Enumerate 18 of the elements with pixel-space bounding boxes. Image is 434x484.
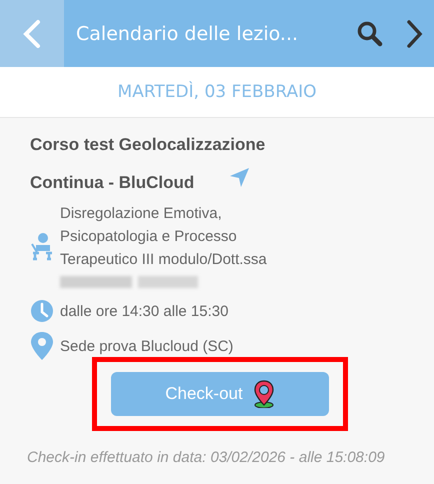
- location-pin-icon: [30, 331, 54, 361]
- date-heading: MARTEDÌ, 03 FEBBRAIO: [118, 82, 316, 102]
- lesson-description: Terapeutico III modulo/Dott.ssa: [60, 250, 267, 270]
- map-pin-icon: [252, 380, 275, 408]
- course-title: Continua - BluCloud: [30, 173, 194, 193]
- search-icon[interactable]: [356, 20, 384, 48]
- lesson-description: Disregolazione Emotiva,: [60, 204, 223, 224]
- course-title: Corso test Geolocalizzazione: [30, 135, 266, 155]
- back-icon: [21, 18, 43, 48]
- forward-icon[interactable]: [404, 18, 424, 48]
- header-title: Calendario delle lezio...: [76, 22, 300, 44]
- lesson-description: Psicopatologia e Processo: [60, 227, 238, 247]
- teacher-icon: [30, 232, 54, 262]
- clock-icon: [30, 299, 54, 323]
- check-in-note: Check-in effettuato in data: 03/02/2026 - alle 15:08:09: [27, 449, 386, 466]
- check-out-button[interactable]: Check-out: [111, 372, 329, 416]
- lesson-time: dalle ore 14:30 alle 15:30: [60, 302, 228, 320]
- lesson-place: Sede prova Blucloud (SC): [60, 338, 234, 354]
